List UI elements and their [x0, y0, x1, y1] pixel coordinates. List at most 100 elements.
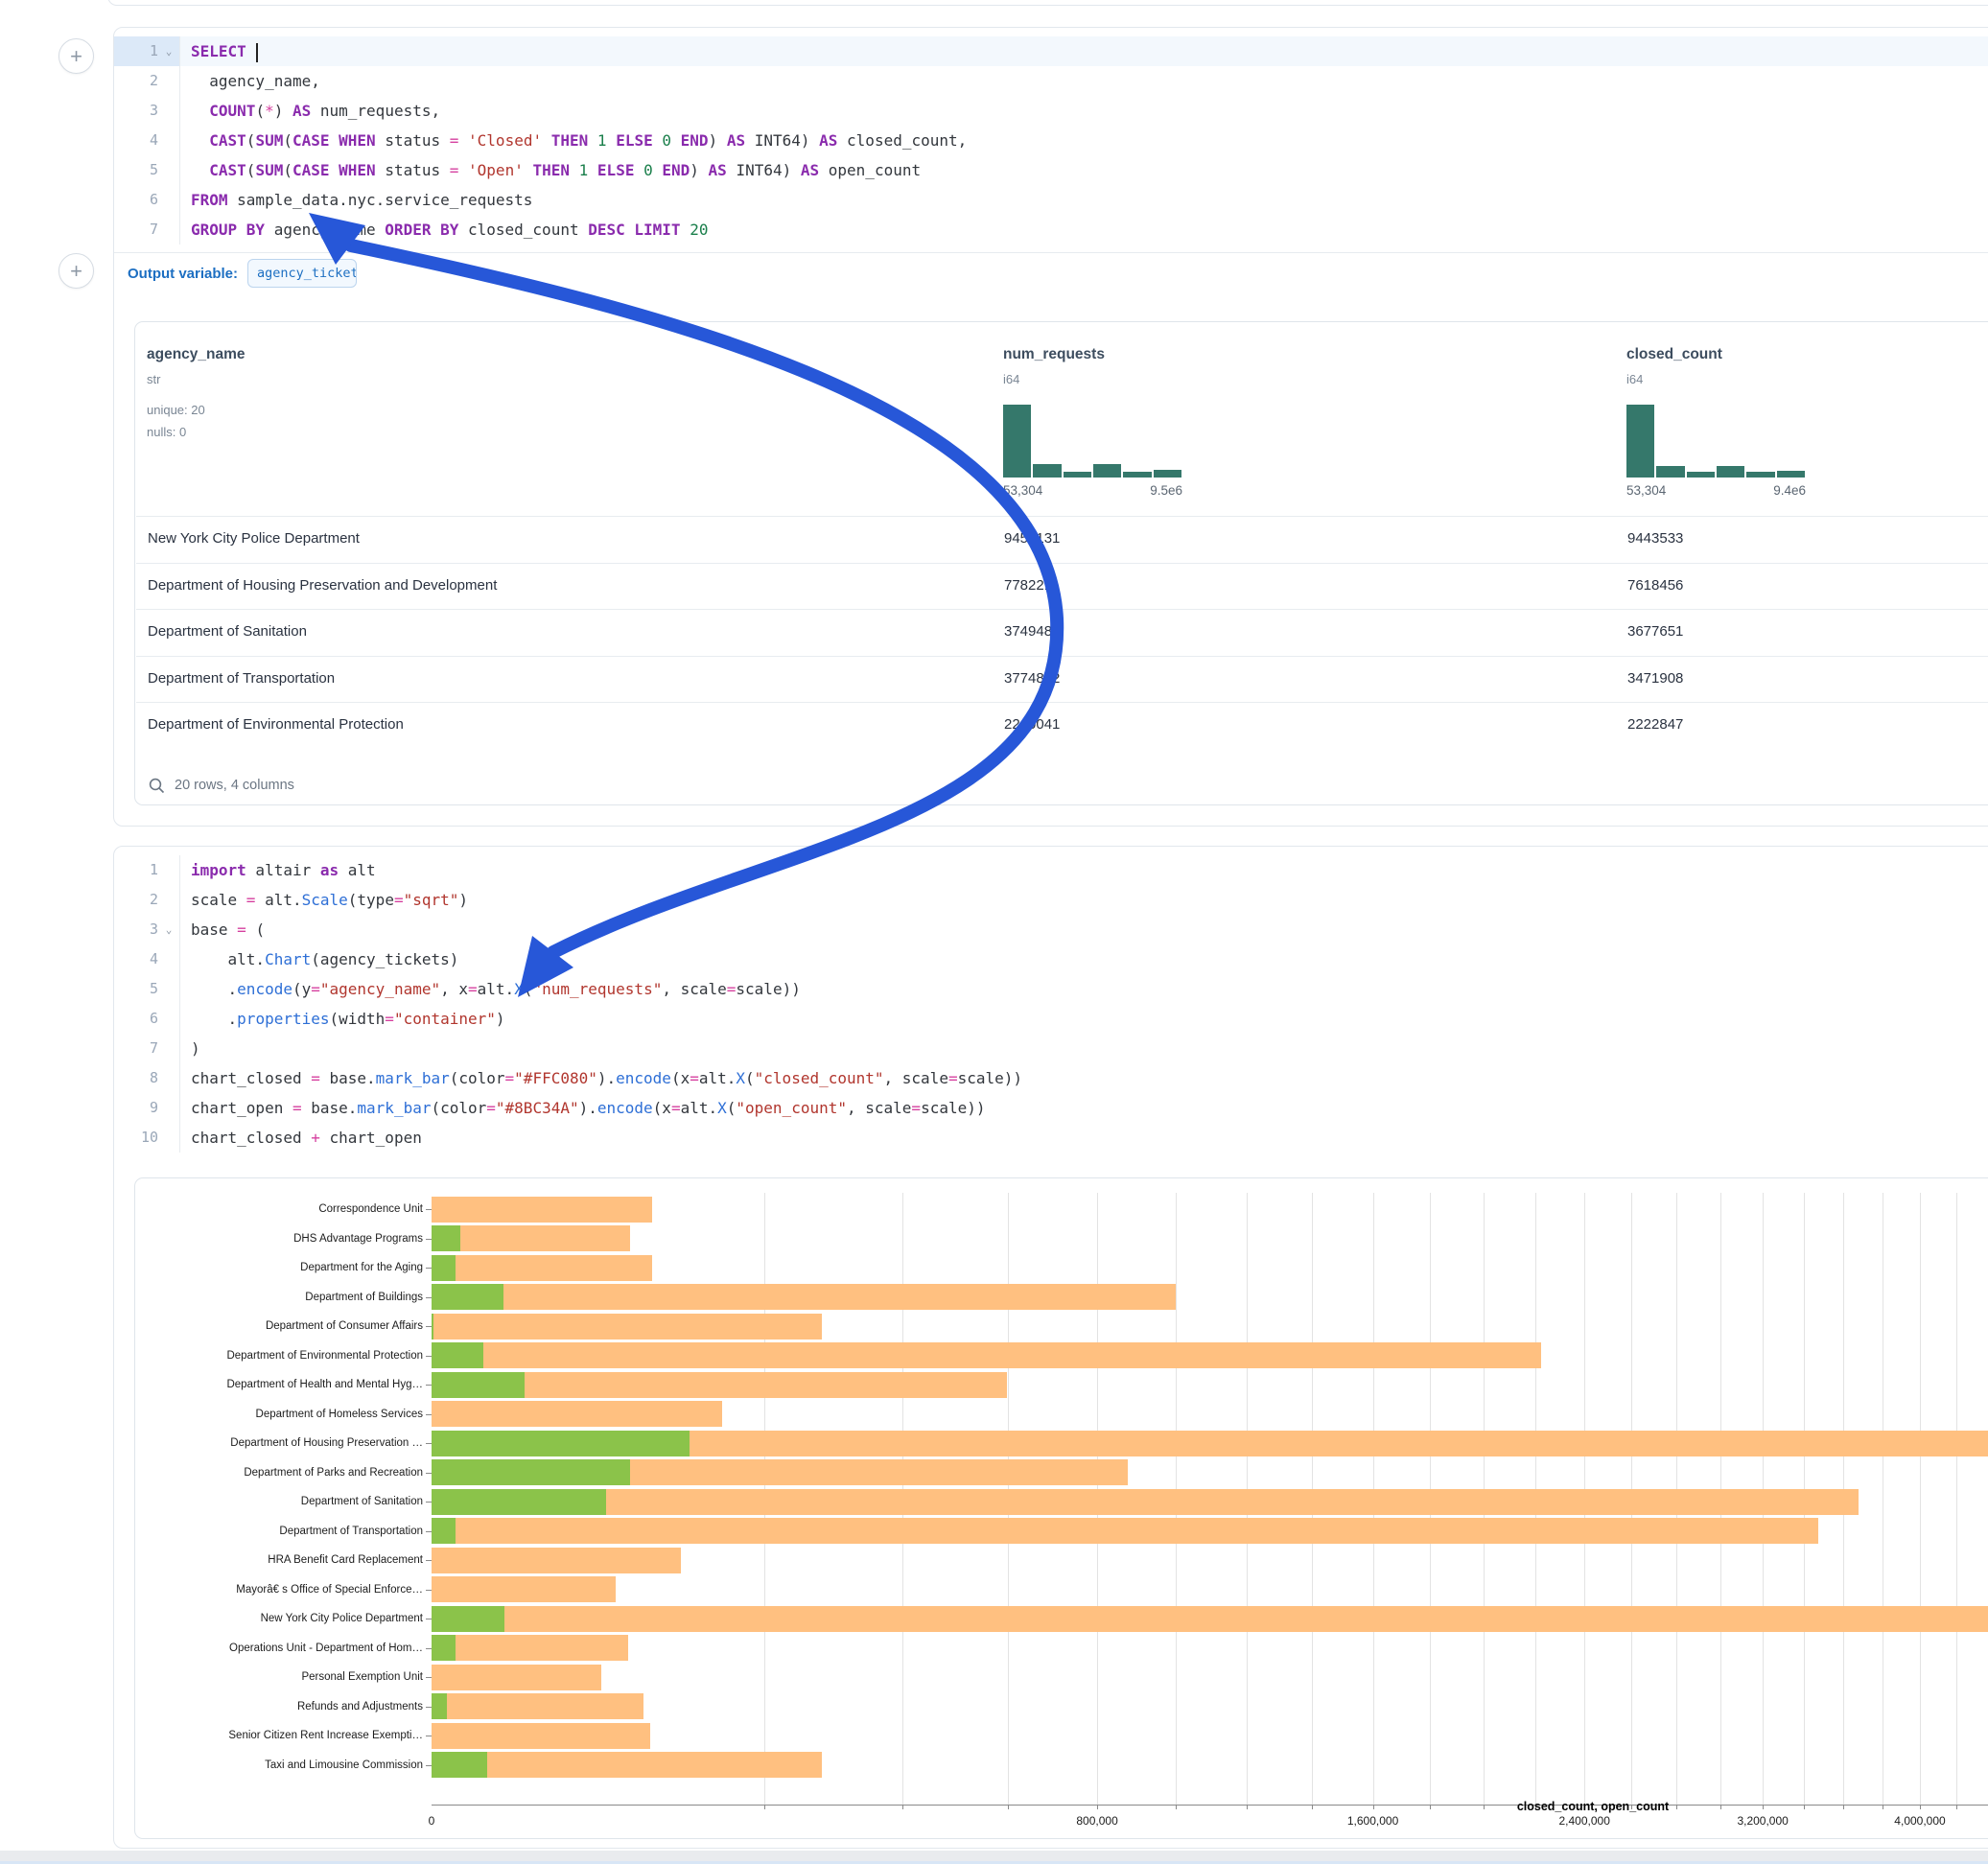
histogram-bar — [1003, 405, 1031, 478]
table-row[interactable]: Department of Sanitation37494853677651 — [136, 609, 1988, 655]
chart-bar-open_count[interactable] — [432, 1314, 433, 1340]
chart-bar-closed_count[interactable] — [432, 1693, 643, 1719]
chart-x-tick-label: 2,400,000 — [1558, 1814, 1609, 1828]
search-icon[interactable] — [149, 778, 165, 794]
chart-y-label: Department of Parks and Recreation — [147, 1467, 423, 1479]
table-cell: 9453131 — [1004, 530, 1060, 547]
histogram-max-closed-count: 9.4e6 — [1737, 483, 1806, 498]
chart-bar-closed_count[interactable] — [432, 1723, 650, 1749]
table-row[interactable]: New York City Police Department945313194… — [136, 516, 1988, 562]
chart-x-tick-label: 4,000,000 — [1894, 1814, 1945, 1828]
chart-bar-closed_count[interactable] — [432, 1489, 1859, 1515]
code-line[interactable]: 10chart_closed + chart_open — [114, 1123, 1988, 1153]
table-cell: 3677651 — [1627, 623, 1683, 640]
chart-bar-closed_count[interactable] — [432, 1548, 681, 1573]
code-line[interactable]: 6FROM sample_data.nyc.service_requests — [114, 185, 1988, 215]
code-line[interactable]: 7) — [114, 1034, 1988, 1063]
chart-y-label: Department for the Aging — [147, 1262, 423, 1273]
table-cell: Department of Transportation — [148, 670, 335, 687]
histogram-num-requests — [1003, 405, 1181, 478]
chart-y-label: New York City Police Department — [147, 1613, 423, 1624]
chart-bar-open_count[interactable] — [432, 1284, 503, 1310]
code-line[interactable]: 5 CAST(SUM(CASE WHEN status = 'Open' THE… — [114, 155, 1988, 185]
code-line[interactable]: 3 COUNT(*) AS num_requests, — [114, 96, 1988, 126]
chart-bar-closed_count[interactable] — [432, 1606, 1988, 1632]
code-line[interactable]: 1⌄SELECT — [114, 36, 1988, 66]
chart-y-label: Department of Sanitation — [147, 1496, 423, 1507]
code-line[interactable]: 2scale = alt.Scale(type="sqrt") — [114, 885, 1988, 915]
chart-bar-closed_count[interactable] — [432, 1225, 630, 1251]
histogram-bar — [1717, 466, 1744, 478]
chart-bar-open_count[interactable] — [432, 1752, 487, 1778]
chart-bar-closed_count[interactable] — [432, 1401, 722, 1427]
table-row[interactable]: Department of Housing Preservation and D… — [136, 563, 1988, 609]
chart-gridline — [1920, 1193, 1921, 1805]
chart-bar-closed_count[interactable] — [432, 1255, 652, 1281]
table-cell: 2240041 — [1004, 716, 1060, 733]
add-cell-button-top[interactable]: + — [58, 38, 94, 74]
chart-bar-closed_count[interactable] — [432, 1197, 652, 1223]
histogram-bar — [1656, 466, 1684, 478]
table-row[interactable]: Department of Transportation377489234719… — [136, 656, 1988, 702]
column-header-num-requests[interactable]: num_requests — [1003, 346, 1105, 363]
chart-bar-open_count[interactable] — [432, 1342, 483, 1368]
sql-code-editor[interactable]: 1⌄SELECT 2 agency_name,3 COUNT(*) AS num… — [114, 28, 1988, 245]
table-row[interactable]: Department of Environmental Protection 22… — [136, 702, 1988, 748]
chart-bar-open_count[interactable] — [432, 1693, 447, 1719]
chart-bar-closed_count[interactable] — [432, 1518, 1818, 1544]
output-variable-pill[interactable]: agency_tickets — [247, 259, 357, 288]
table-cell: New York City Police Department — [148, 530, 360, 547]
chart-bar-open_count[interactable] — [432, 1225, 460, 1251]
chart-bar-closed_count[interactable] — [432, 1665, 601, 1690]
python-code-editor[interactable]: 1import altair as alt2scale = alt.Scale(… — [114, 847, 1988, 1153]
chart-y-label: Department of Transportation — [147, 1526, 423, 1537]
chart-x-axis-title: closed_count, open_count — [1517, 1800, 1669, 1813]
chart-bar-open_count[interactable] — [432, 1372, 525, 1398]
histogram-bar — [1154, 470, 1181, 478]
chart-bar-closed_count[interactable] — [432, 1314, 822, 1340]
chart-y-label: Senior Citizen Rent Increase Exempti… — [147, 1730, 423, 1741]
code-line[interactable]: 8chart_closed = base.mark_bar(color="#FF… — [114, 1063, 1988, 1093]
cell-divider — [114, 252, 1988, 253]
chart-x-tick-label: 800,000 — [1076, 1814, 1117, 1828]
chart-bar-open_count[interactable] — [432, 1606, 504, 1632]
chart-bar-closed_count[interactable] — [432, 1342, 1541, 1368]
chart-bar-open_count[interactable] — [432, 1635, 456, 1661]
chart-y-label: Department of Buildings — [147, 1292, 423, 1303]
chart-bar-closed_count[interactable] — [432, 1635, 628, 1661]
chart-y-label: DHS Advantage Programs — [147, 1233, 423, 1245]
chart-bar-open_count[interactable] — [432, 1255, 456, 1281]
chart-y-label: Department of Environmental Protection — [147, 1350, 423, 1362]
code-line[interactable]: 3⌄base = ( — [114, 915, 1988, 944]
code-line[interactable]: 1import altair as alt — [114, 855, 1988, 885]
chart-bar-open_count[interactable] — [432, 1459, 630, 1485]
code-line[interactable]: 9chart_open = base.mark_bar(color="#8BC3… — [114, 1093, 1988, 1123]
chart-bar-open_count[interactable] — [432, 1489, 606, 1515]
chart-y-label: Correspondence Unit — [147, 1203, 423, 1215]
table-cell: 7782211 — [1004, 577, 1059, 594]
column-header-agency-name[interactable]: agency_name — [147, 346, 246, 363]
chart-bar-open_count[interactable] — [432, 1518, 456, 1544]
table-cell: Department of Environmental Protection — [148, 716, 404, 733]
code-line[interactable]: 2 agency_name, — [114, 66, 1988, 96]
histogram-bar — [1687, 472, 1715, 478]
chart-bar-closed_count[interactable] — [432, 1284, 1176, 1310]
chart-x-axis — [432, 1805, 1988, 1806]
chart-bar-open_count[interactable] — [432, 1431, 690, 1456]
chart-bar-closed_count[interactable] — [432, 1576, 616, 1602]
chart-y-label: HRA Benefit Card Replacement — [147, 1554, 423, 1566]
code-line[interactable]: 4 alt.Chart(agency_tickets) — [114, 944, 1988, 974]
chart-bar-closed_count[interactable] — [432, 1752, 822, 1778]
code-line[interactable]: 6 .properties(width="container") — [114, 1004, 1988, 1034]
code-line[interactable]: 7GROUP BY agency_name ORDER BY closed_co… — [114, 215, 1988, 245]
page-bottom-strip — [0, 1851, 1988, 1861]
code-line[interactable]: 4 CAST(SUM(CASE WHEN status = 'Closed' T… — [114, 126, 1988, 155]
column-type-agency-name: str — [147, 372, 160, 386]
add-cell-button-middle[interactable]: + — [58, 253, 94, 289]
column-header-closed-count[interactable]: closed_count — [1626, 346, 1722, 363]
histogram-bar — [1626, 405, 1654, 478]
histogram-min-closed-count: 53,304 — [1626, 483, 1666, 498]
histogram-bar — [1033, 464, 1061, 478]
code-line[interactable]: 5 .encode(y="agency_name", x=alt.X("num_… — [114, 974, 1988, 1004]
column-meta-nulls: nulls: 0 — [147, 425, 186, 439]
